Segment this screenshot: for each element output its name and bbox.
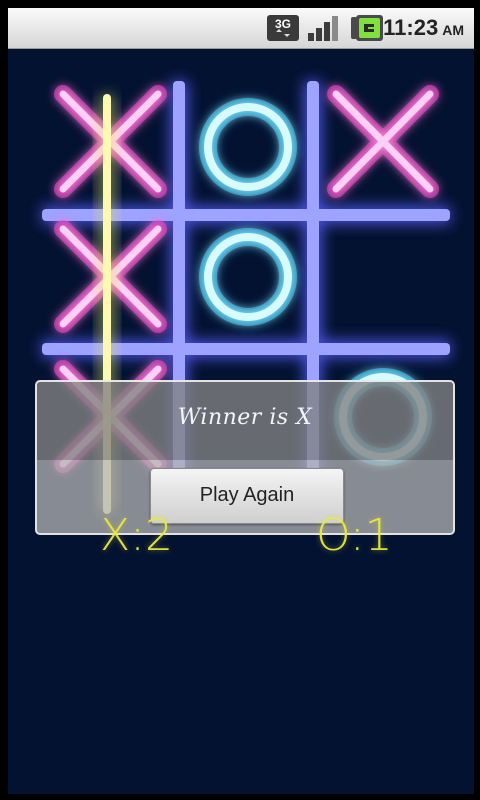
play-again-button[interactable]: Play Again (150, 468, 344, 524)
clock-time: 11:23 (383, 15, 439, 40)
winner-message: Winner is X (37, 382, 453, 460)
cell-4-o-mark[interactable] (199, 228, 297, 326)
3g-data-icon: 3G (267, 15, 299, 41)
svg-text:3G: 3G (275, 17, 291, 31)
device-frame: 3G 11:23 AM Winner is X Play Again X:2 O… (0, 0, 480, 800)
signal-strength-icon (308, 16, 338, 41)
cell-5-empty[interactable] (328, 229, 438, 334)
cell-2-x-mark[interactable] (327, 85, 439, 198)
score-o: O:1 (316, 510, 393, 561)
status-clock: 11:23 AM (383, 14, 464, 42)
score-x: X:2 (100, 510, 173, 561)
battery-charging-icon (351, 15, 383, 41)
status-bar: 3G 11:23 AM (8, 8, 474, 49)
cell-1-o-mark[interactable] (199, 98, 297, 196)
clock-ampm: AM (442, 22, 464, 38)
